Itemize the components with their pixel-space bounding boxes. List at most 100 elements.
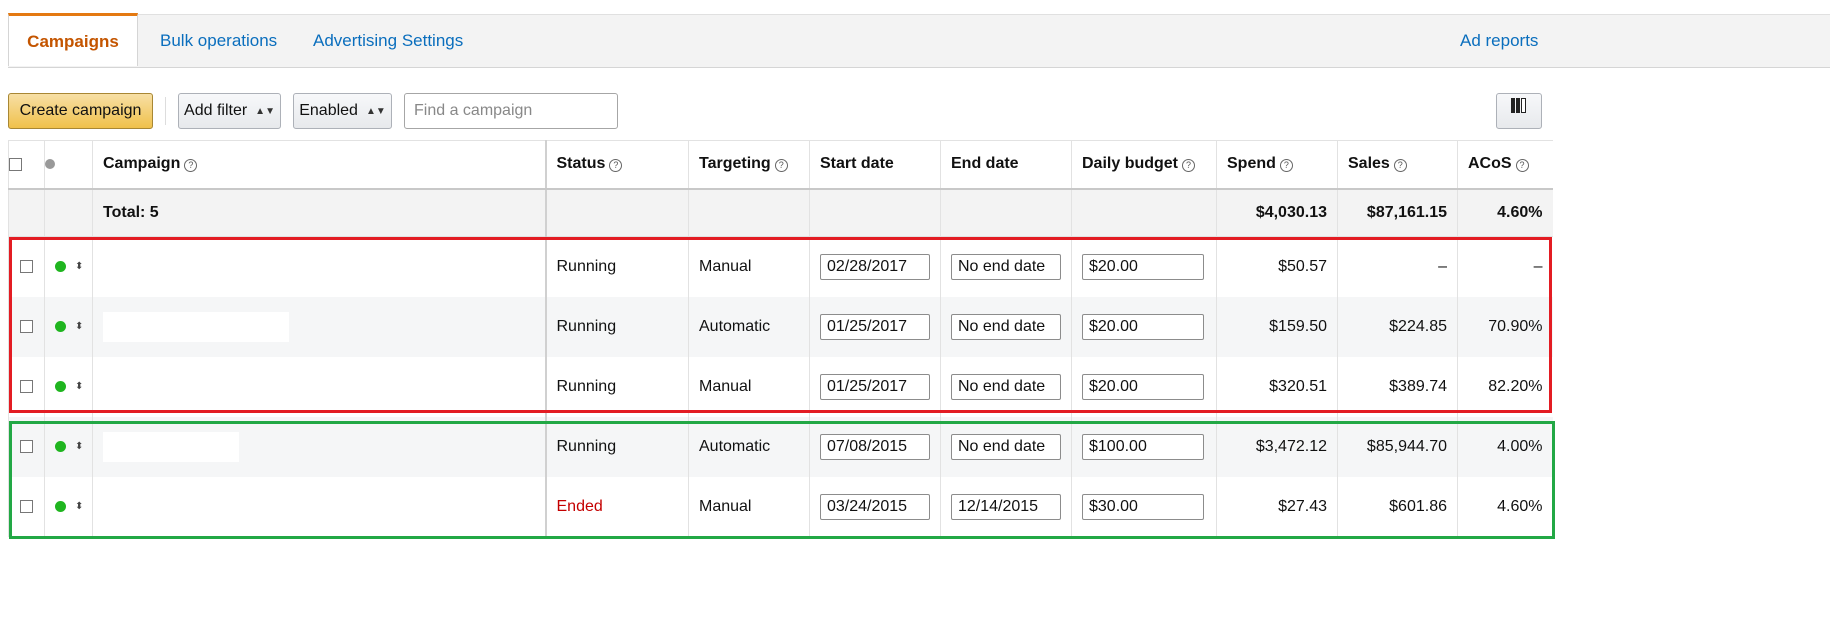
state-dot-icon (45, 159, 55, 170)
state-toggle-icon[interactable]: ⬍ (75, 261, 83, 272)
daily-budget-input[interactable] (1082, 373, 1204, 400)
help-icon[interactable]: ? (1182, 159, 1196, 173)
row-targeting: Manual (688, 356, 810, 417)
daily-budget-cell (1071, 476, 1217, 537)
enabled-filter-label: Enabled (299, 102, 358, 119)
start-date-input[interactable] (820, 313, 930, 340)
start-date-cell (809, 416, 941, 477)
row-sales: $224.85 (1337, 296, 1458, 357)
add-filter-dropdown[interactable]: Add filter ▲▼ (178, 93, 281, 129)
end-date-input[interactable] (951, 313, 1061, 340)
tab-advertising-settings[interactable]: Advertising Settings (313, 15, 463, 67)
tab-campaigns[interactable]: Campaigns (8, 13, 138, 66)
end-date-input[interactable] (951, 433, 1061, 460)
row-acos: 4.00% (1457, 416, 1553, 477)
row-checkbox[interactable] (20, 499, 33, 513)
end-date-cell (940, 416, 1072, 477)
daily-budget-cell (1071, 356, 1217, 417)
updown-caret-icon: ▲▼ (365, 106, 386, 117)
row-acos: 4.60% (1457, 476, 1553, 537)
row-state-cell[interactable]: ⬍ (44, 236, 93, 297)
tab-bulk-operations[interactable]: Bulk operations (160, 15, 277, 67)
start-date-header[interactable]: Start date (809, 140, 941, 190)
help-icon[interactable]: ? (609, 159, 623, 173)
campaign-name-cell[interactable] (92, 236, 547, 297)
select-all-checkbox[interactable] (9, 157, 22, 171)
row-state-cell[interactable]: ⬍ (44, 476, 93, 537)
row-status: Running (545, 236, 689, 297)
row-acos: 70.90% (1457, 296, 1553, 357)
start-date-input[interactable] (820, 493, 930, 520)
column-settings-button[interactable] (1496, 93, 1542, 129)
campaign-header[interactable]: Campaign? (92, 140, 547, 190)
row-checkbox[interactable] (20, 439, 33, 453)
help-icon[interactable]: ? (1515, 159, 1529, 173)
row-status: Running (545, 356, 689, 417)
daily-budget-input[interactable] (1082, 493, 1204, 520)
total-spend: $4,030.13 (1216, 188, 1338, 237)
create-campaign-button[interactable]: Create campaign (8, 93, 153, 129)
end-date-input[interactable] (951, 373, 1061, 400)
total-empty-cell (809, 188, 941, 237)
state-toggle-icon[interactable]: ⬍ (75, 501, 83, 512)
end-date-input[interactable] (951, 253, 1061, 280)
select-all-cell (8, 140, 45, 190)
sales-header[interactable]: Sales? (1337, 140, 1458, 190)
help-icon[interactable]: ? (1279, 159, 1293, 173)
start-date-input[interactable] (820, 373, 930, 400)
end-date-header[interactable]: End date (940, 140, 1072, 190)
row-state-cell[interactable]: ⬍ (44, 296, 93, 357)
help-icon[interactable]: ? (1393, 159, 1407, 173)
row-sales: $85,944.70 (1337, 416, 1458, 477)
row-spend: $159.50 (1216, 296, 1338, 357)
daily-budget-header[interactable]: Daily budget? (1071, 140, 1217, 190)
row-spend: $50.57 (1216, 236, 1338, 297)
targeting-header-label: Targeting (699, 155, 771, 173)
status-dot-icon (55, 500, 66, 512)
row-state-cell[interactable]: ⬍ (44, 416, 93, 477)
start-date-input[interactable] (820, 433, 930, 460)
enabled-filter-dropdown[interactable]: Enabled ▲▼ (293, 93, 392, 129)
state-toggle-icon[interactable]: ⬍ (75, 381, 83, 392)
find-campaign-input[interactable] (404, 93, 618, 129)
row-spend: $3,472.12 (1216, 416, 1338, 477)
state-toggle-icon[interactable]: ⬍ (75, 321, 83, 332)
daily-budget-input[interactable] (1082, 313, 1204, 340)
start-date-input[interactable] (820, 253, 930, 280)
total-label: Total: 5 (92, 188, 547, 237)
total-empty-cell (8, 188, 45, 237)
row-status: Running (545, 296, 689, 357)
ad-reports-link[interactable]: Ad reports (1460, 15, 1538, 67)
status-header[interactable]: Status? (545, 140, 689, 190)
table-row: ⬍ Running Automatic $3,472.12 $85,944.70… (8, 416, 1553, 477)
campaign-name-cell[interactable] (92, 296, 547, 357)
row-select-cell (8, 476, 45, 537)
campaign-name-cell[interactable] (92, 356, 547, 417)
daily-budget-input[interactable] (1082, 253, 1204, 280)
row-targeting: Automatic (688, 416, 810, 477)
end-date-cell (940, 296, 1072, 357)
end-date-input[interactable] (951, 493, 1061, 520)
targeting-header[interactable]: Targeting? (688, 140, 810, 190)
sales-header-label: Sales (1348, 155, 1390, 173)
help-icon[interactable]: ? (774, 159, 788, 173)
row-checkbox[interactable] (20, 260, 33, 274)
row-checkbox[interactable] (20, 319, 33, 333)
help-icon[interactable]: ? (184, 159, 198, 173)
row-select-cell (8, 296, 45, 357)
campaign-name-cell[interactable] (92, 416, 547, 477)
redacted-campaign-name (103, 431, 239, 462)
acos-header[interactable]: ACoS? (1457, 140, 1553, 190)
row-checkbox[interactable] (20, 379, 33, 393)
spend-header[interactable]: Spend? (1216, 140, 1338, 190)
row-state-cell[interactable]: ⬍ (44, 356, 93, 417)
columns-icon (1511, 92, 1527, 126)
campaign-name-cell[interactable] (92, 476, 547, 537)
status-dot-icon (55, 320, 66, 332)
total-empty-cell (1071, 188, 1217, 237)
end-date-header-label: End date (951, 155, 1019, 173)
daily-budget-input[interactable] (1082, 433, 1204, 460)
state-toggle-icon[interactable]: ⬍ (75, 441, 83, 452)
daily-budget-cell (1071, 416, 1217, 477)
row-acos: – (1457, 236, 1553, 297)
